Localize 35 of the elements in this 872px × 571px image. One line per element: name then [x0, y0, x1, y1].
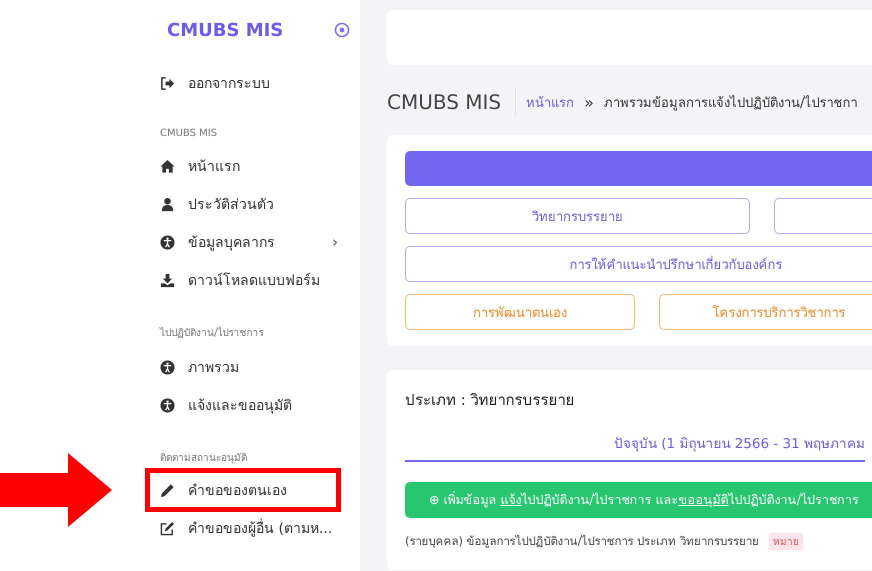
breadcrumb-current: ภาพรวมข้อมูลการแจ้งไปปฏิบัติงาน/ไปราชกา: [604, 94, 858, 112]
accessibility-icon: [160, 234, 175, 250]
type-heading: ประเภท : วิทยากรบรรยาย: [405, 390, 576, 411]
sidebar-item[interactable]: แจ้งและขออนุมัติ: [160, 386, 340, 424]
period-tab[interactable]: ปัจจุบัน (1 มิถุนายน 2566 - 31 พฤษภาคม: [614, 432, 865, 454]
pencil-icon: [160, 482, 175, 498]
pointer-arrow-icon: [0, 453, 112, 527]
category-button[interactable]: การให้คำแนะนำปรึกษาเกี่ยวกับองค์กร: [405, 246, 872, 282]
accessibility-icon: [160, 360, 175, 374]
edit-icon: [160, 520, 175, 536]
breadcrumb-separator: »: [584, 92, 594, 112]
target-icon[interactable]: [334, 22, 350, 38]
note-badge: หมาย: [768, 532, 803, 550]
home-icon: [160, 158, 175, 174]
section-title: ไปปฏิบัติงาน/ไปราชการ: [160, 326, 264, 340]
sidebar-item[interactable]: ข้อมูลบุคลากร ›: [160, 223, 340, 261]
sidebar-item[interactable]: หน้าแรก: [160, 147, 340, 185]
accessibility-icon: [160, 398, 175, 412]
category-button[interactable]: วิทยากรบรรยาย: [405, 198, 750, 234]
page-title: CMUBS MIS: [387, 90, 502, 114]
sidebar-item[interactable]: คำขอของตนเอง: [150, 473, 336, 507]
logout-item[interactable]: ออกจากระบบ: [160, 64, 340, 102]
sidebar-item[interactable]: คำขอของผู้อื่น (ตามห...: [160, 509, 340, 547]
chevron-icon: ›: [332, 233, 338, 251]
breadcrumb-link[interactable]: หน้าแรก: [526, 92, 574, 112]
sidebar-item[interactable]: ดาวน์โหลดแบบฟอร์ม: [160, 261, 340, 299]
sidebar-item[interactable]: ภาพรวม: [160, 348, 340, 386]
user-icon: [160, 196, 175, 212]
section-title: ติดตามสถานะอนุมัติ: [160, 452, 248, 465]
list-title: (รายบุคคล) ข้อมูลการไปปฏิบัติงาน/ไปราชการ ประเภท วิทยากรบรรยาย: [405, 533, 759, 550]
download-icon: [160, 272, 175, 288]
sign-out-icon: [160, 76, 175, 90]
section-title: CMUBS MIS: [160, 128, 218, 139]
sidebar-item[interactable]: ประวัติส่วนตัว: [160, 185, 340, 223]
brand-title[interactable]: CMUBS MIS: [167, 20, 284, 40]
